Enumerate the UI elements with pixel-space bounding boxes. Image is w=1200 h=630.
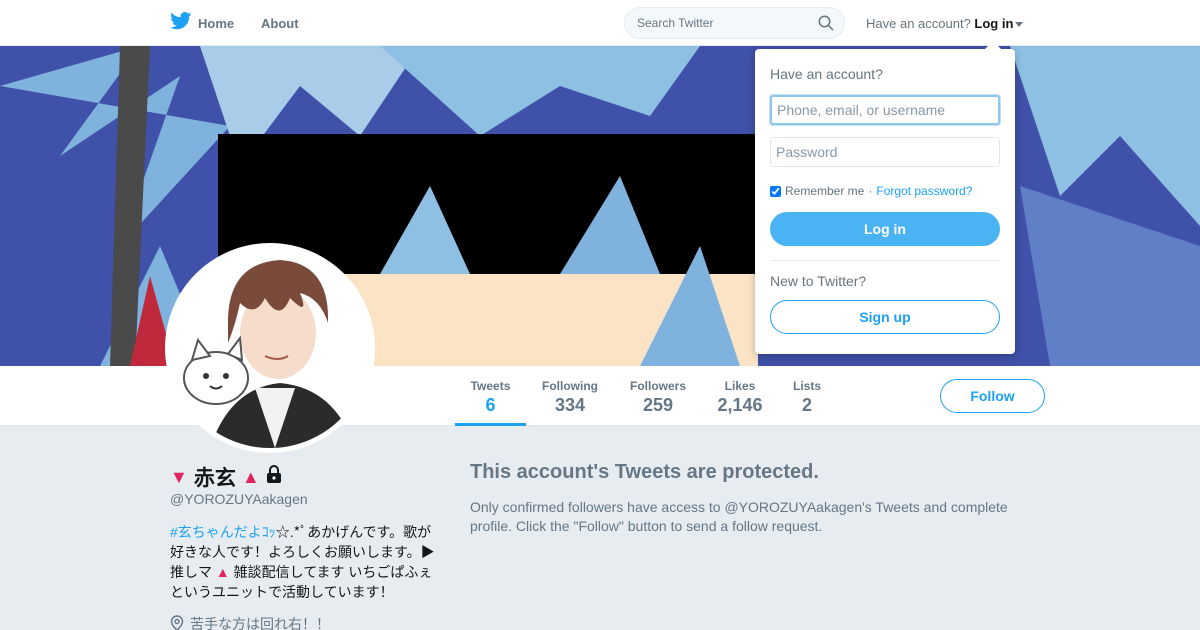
have-account-area: Have an account? Log in (866, 16, 1024, 31)
dropdown-divider (770, 260, 1000, 261)
profile-avatar[interactable] (165, 243, 375, 453)
stat-tweets[interactable]: Tweets 6 (455, 366, 526, 426)
forgot-password-link[interactable]: Forgot password? (876, 184, 972, 198)
stat-followers[interactable]: Followers 259 (624, 366, 692, 426)
stat-likes[interactable]: Likes 2,146 (712, 366, 768, 426)
stat-followers-label: Followers (629, 379, 686, 393)
top-nav-bar: Home About Have an account? Log in (0, 0, 1200, 46)
remember-me-checkbox[interactable] (770, 185, 781, 197)
dropdown-title: Have an account? (770, 66, 883, 82)
stat-likes-value: 2,146 (717, 395, 763, 415)
have-account-text: Have an account? (866, 16, 971, 31)
red-triangle-down-icon: ▼ (170, 466, 188, 487)
profile-bio: #玄ちゃんだよｺｯ☆.*ﾟあかげんです。歌が好きな人です！よろしくお願いします。… (170, 522, 435, 602)
nav-about-link[interactable]: About (261, 16, 299, 31)
follow-button[interactable]: Follow (940, 379, 1045, 413)
stat-likes-label: Likes (724, 379, 756, 393)
lock-icon (266, 465, 282, 489)
signup-button[interactable]: Sign up (770, 300, 1000, 334)
profile-location: 苦手な方は回れ右！！ (170, 614, 330, 630)
location-pin-icon (170, 614, 184, 630)
remember-separator: · (868, 184, 873, 198)
stat-following-value: 334 (554, 395, 586, 415)
twitter-bird-icon (170, 12, 192, 35)
nav-home-label: Home (198, 16, 235, 31)
profile-handle[interactable]: @YOROZUYAakagen (170, 491, 308, 507)
new-to-twitter-text: New to Twitter? (770, 273, 867, 289)
profile-name: ▼ 赤玄 ▲ (170, 462, 282, 492)
stat-lists-value: 2 (801, 395, 812, 415)
nav-home-link[interactable]: Home (170, 12, 234, 35)
username-field[interactable] (770, 95, 1000, 125)
bio-triangle-icon: ▲ (215, 564, 230, 580)
bio-hashtag-link[interactable]: #玄ちゃんだよｺｯ (170, 524, 276, 540)
stat-followers-value: 259 (642, 395, 674, 415)
stat-tweets-label: Tweets (470, 379, 511, 393)
login-button[interactable]: Log in (770, 212, 1000, 246)
stat-following[interactable]: Following 334 (536, 366, 604, 426)
remember-me-row: Remember me · Forgot password? (770, 184, 972, 198)
stat-following-label: Following (542, 379, 598, 393)
location-text: 苦手な方は回れ右！！ (190, 616, 330, 630)
login-dropdown: Have an account? Remember me · Forgot pa… (755, 41, 1015, 354)
search-icon[interactable] (818, 15, 834, 36)
remember-me-label: Remember me (785, 184, 865, 198)
stat-tweets-value: 6 (485, 395, 496, 415)
red-triangle-up-icon: ▲ (241, 466, 260, 487)
password-field[interactable] (770, 137, 1000, 167)
login-link-label: Log in (974, 16, 1014, 31)
login-dropdown-toggle[interactable]: Log in (974, 16, 1024, 31)
search-input[interactable] (625, 8, 805, 38)
stat-lists[interactable]: Lists 2 (787, 366, 827, 426)
stat-lists-label: Lists (792, 379, 821, 393)
caret-down-icon (1015, 22, 1024, 28)
protected-text: Only confirmed followers have access to … (470, 499, 1008, 534)
avatar-illustration (170, 248, 370, 448)
search-box (624, 7, 845, 39)
profile-name-text: 赤玄 (193, 467, 236, 490)
protected-title: This account's Tweets are protected. (470, 461, 819, 483)
